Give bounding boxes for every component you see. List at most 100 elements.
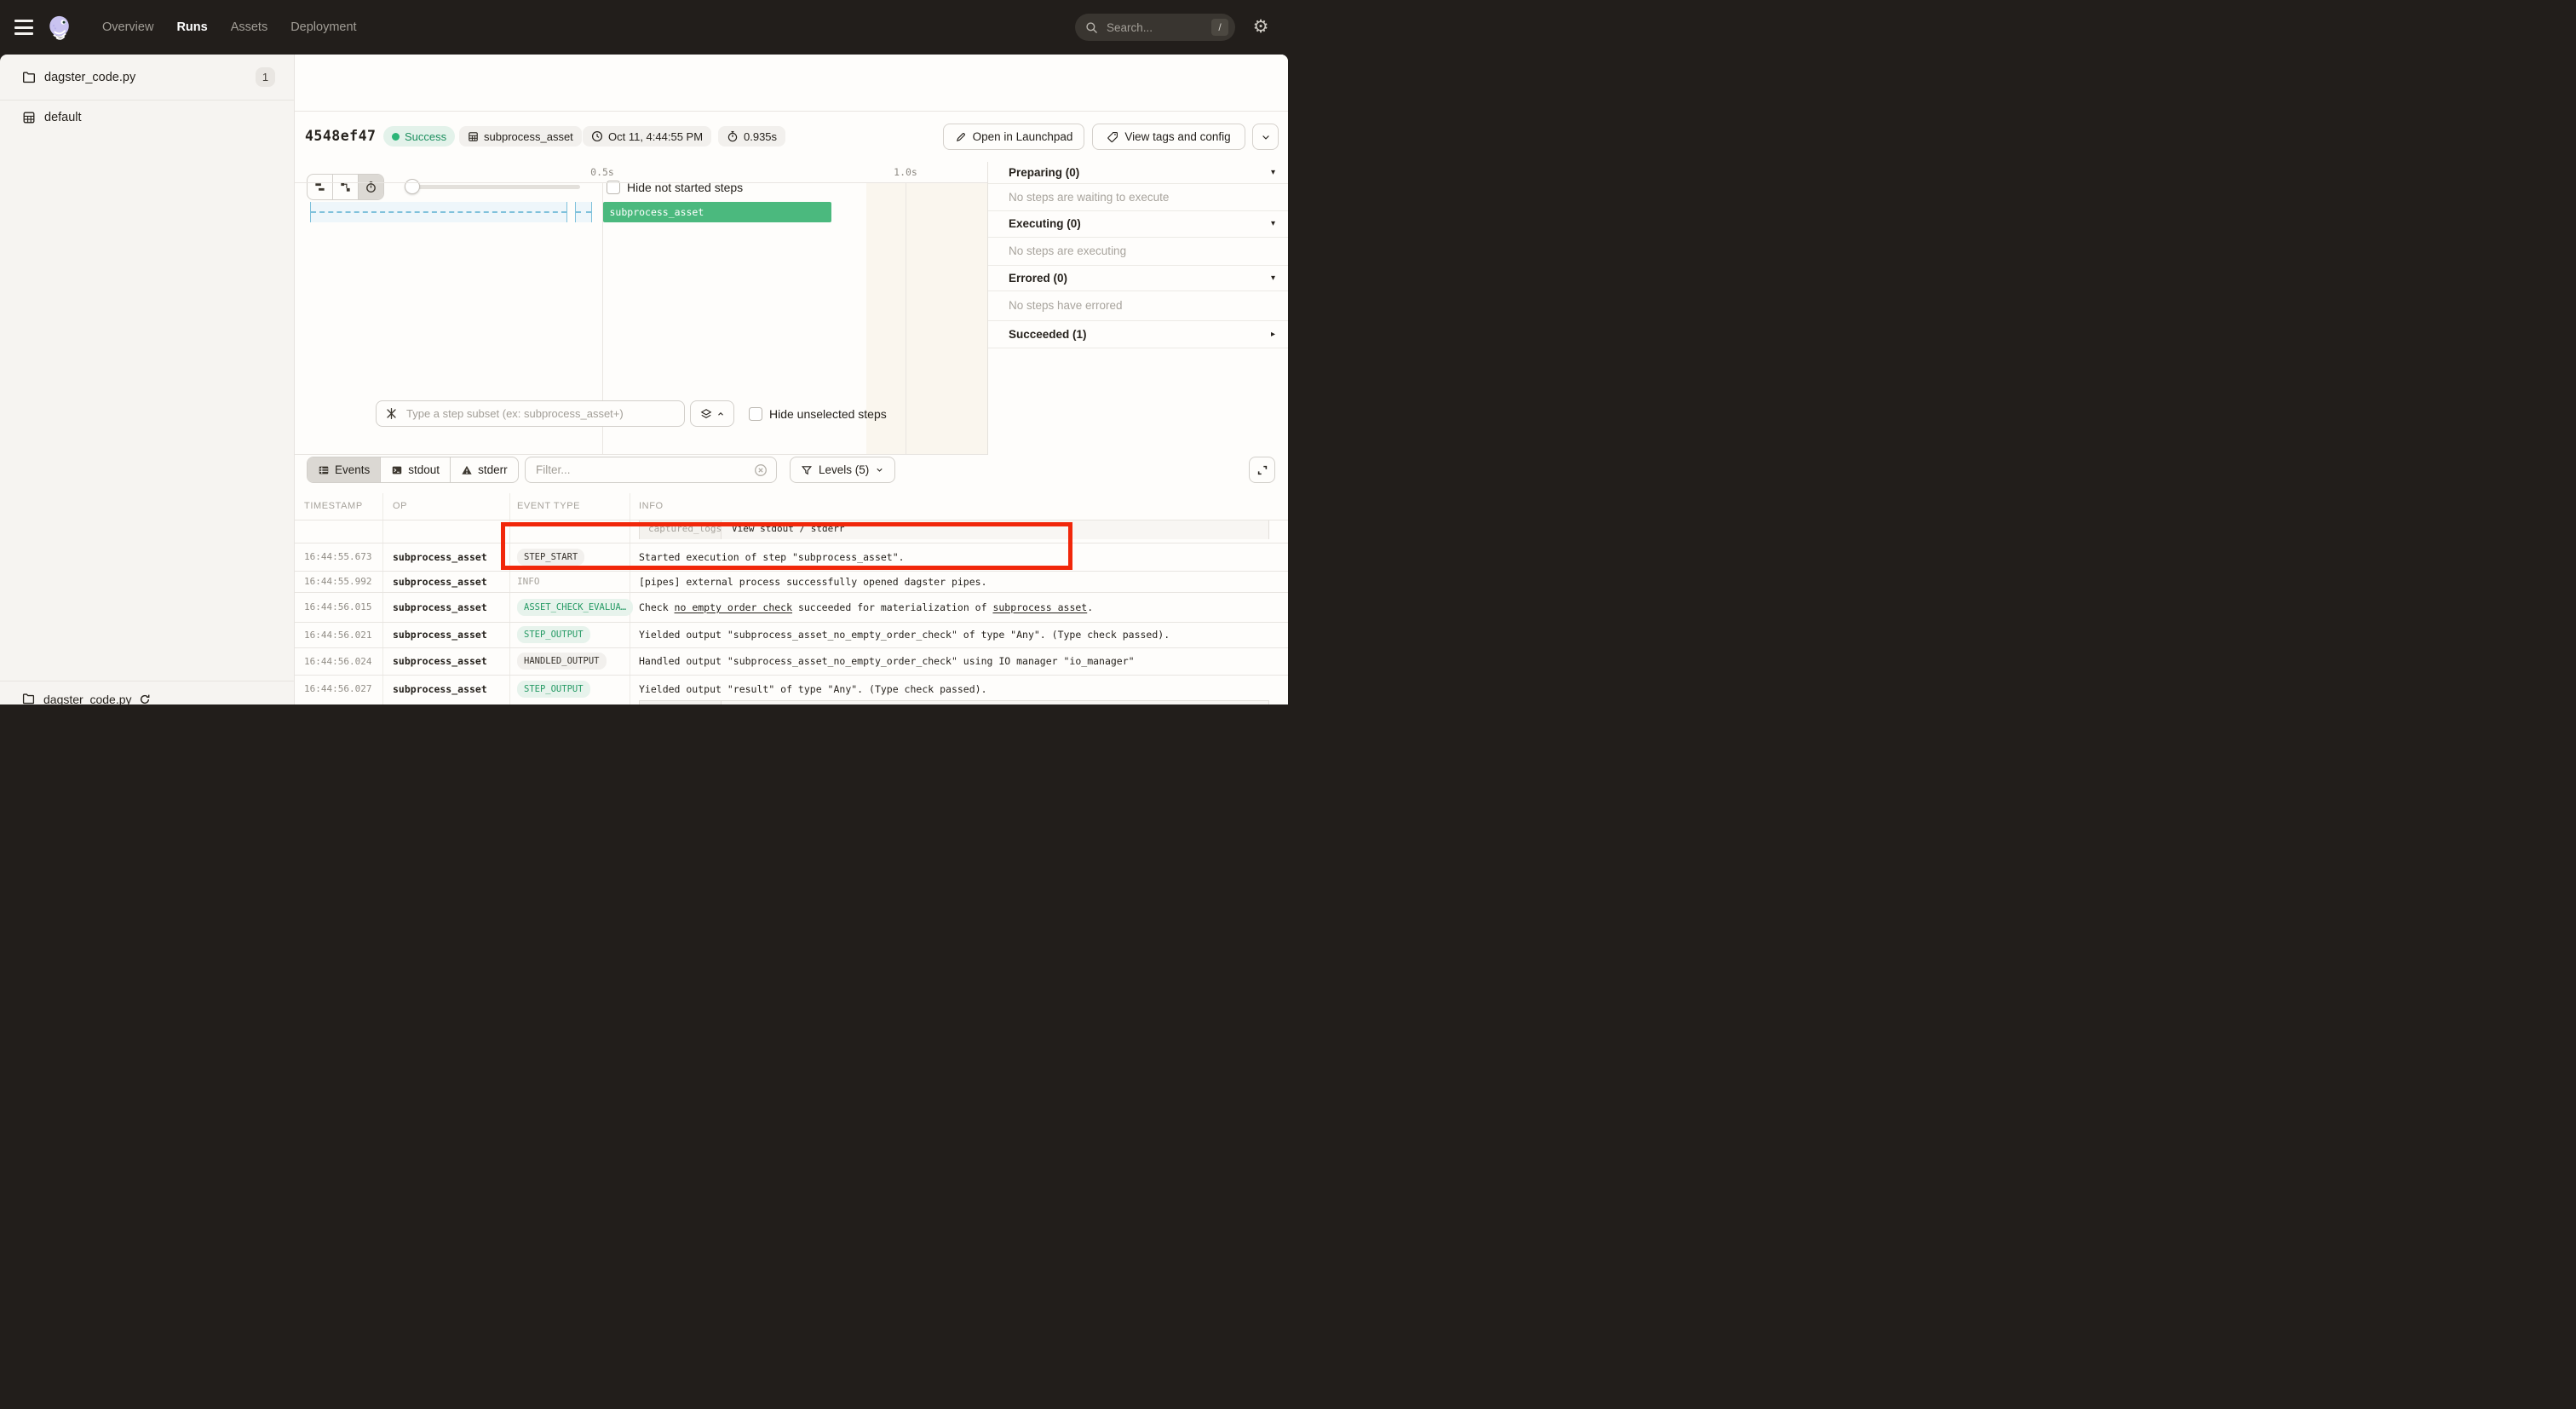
log-row[interactable]: 16:44:55.992subprocess_assetINFO[pipes] …	[295, 572, 1288, 593]
hamburger-menu-icon[interactable]	[14, 20, 33, 35]
run-actions-chevron-button[interactable]	[1252, 124, 1279, 150]
success-dot-icon	[392, 133, 400, 141]
event-type-badge: STEP_OUTPUT	[517, 681, 590, 698]
panel-section-succeeded[interactable]: Succeeded (1)▸	[988, 321, 1288, 349]
tab-stdout[interactable]: stdout	[380, 457, 450, 482]
graph-query-toggle-button[interactable]	[690, 400, 734, 427]
column-header-info: INFO	[630, 493, 1288, 520]
global-search[interactable]: /	[1075, 14, 1235, 41]
search-icon	[1085, 21, 1098, 34]
nav-link-assets[interactable]: Assets	[231, 20, 268, 34]
metadata-value[interactable]: 2	[722, 701, 1268, 705]
step-subset-input[interactable]	[405, 406, 676, 421]
folder-icon	[22, 693, 35, 704]
panel-section-errored[interactable]: Errored (0)▾	[988, 266, 1288, 291]
log-info: Started execution of step "subprocess_as…	[630, 543, 1288, 571]
settings-gear-icon[interactable]: ⚙	[1251, 17, 1271, 37]
sidebar-footer-repo[interactable]: dagster_code.py	[0, 681, 294, 704]
waiting-span	[575, 202, 592, 222]
event-type-badge: STEP_OUTPUT	[517, 626, 590, 643]
time-tick-label: 0.5s	[590, 166, 614, 178]
panel-empty-text: No steps have errored	[988, 291, 1288, 321]
nav-link-deployment[interactable]: Deployment	[290, 20, 356, 34]
log-view-tabs: Events stdout stderr	[307, 457, 519, 483]
tab-stderr[interactable]: stderr	[450, 457, 518, 482]
sidebar-item-label: default	[44, 111, 82, 124]
content-area: dagster_code.py 1 default dagster_code.p…	[0, 55, 1288, 704]
log-event-type: STEP_OUTPUT	[510, 676, 630, 705]
log-info: Check no_empty_order_check succeeded for…	[630, 593, 1288, 622]
log-event-type: STEP_START	[510, 543, 630, 571]
pencil-icon	[955, 131, 967, 143]
chevron-down-icon: ▾	[1271, 168, 1275, 177]
metadata-value[interactable]: View stdout / stderr	[722, 520, 1268, 539]
status-badge: Success	[383, 126, 455, 147]
search-input[interactable]	[1105, 20, 1211, 35]
log-row[interactable]: captured_logsView stdout / stderr	[295, 520, 1288, 543]
terminal-icon	[391, 464, 403, 476]
nav-link-runs[interactable]: Runs	[176, 20, 207, 34]
funnel-icon	[801, 464, 813, 476]
reload-icon[interactable]	[139, 693, 151, 705]
log-event-type: INFO	[510, 572, 630, 592]
clear-filter-icon[interactable]	[754, 463, 768, 477]
dagster-logo-icon[interactable]	[47, 14, 72, 40]
nav-link-overview[interactable]: Overview	[102, 20, 153, 34]
levels-filter-button[interactable]: Levels (5)	[790, 457, 895, 483]
logs-fullscreen-button[interactable]	[1249, 457, 1275, 483]
hide-unselected-checkbox[interactable]	[749, 407, 762, 421]
sidebar-repo-row[interactable]: dagster_code.py 1	[0, 55, 294, 101]
log-info: Yielded output "subprocess_asset_no_empt…	[630, 623, 1288, 647]
log-row[interactable]: 16:44:55.673subprocess_assetSTEP_STARTSt…	[295, 543, 1288, 572]
panel-empty-text: No steps are executing	[988, 238, 1288, 266]
view-tags-config-button[interactable]: View tags and config	[1092, 124, 1245, 150]
log-row[interactable]: 16:44:56.024subprocess_assetHANDLED_OUTP…	[295, 648, 1288, 676]
expand-icon	[1256, 464, 1268, 476]
log-row[interactable]: 16:44:56.021subprocess_asset STEP_OUTPUT Y…	[295, 623, 1288, 648]
open-in-launchpad-button[interactable]: Open in Launchpad	[943, 124, 1084, 150]
event-type-badge: INFO	[517, 576, 540, 587]
metadata-table: captured_logsView stdout / stderr	[639, 520, 1269, 539]
log-event-type: STEP_OUTPUT	[510, 623, 630, 647]
tag-icon	[1107, 131, 1118, 143]
warning-icon	[461, 464, 473, 476]
tab-events[interactable]: Events	[308, 457, 380, 482]
sidebar-item-default[interactable]: default	[0, 101, 294, 135]
log-op: subprocess_asset	[383, 623, 510, 647]
log-event-type: ASSET_CHECK_EVALUA…	[510, 593, 630, 622]
chevron-down-icon	[1261, 132, 1271, 142]
info-link[interactable]: no_empty_order_check	[675, 601, 792, 613]
top-nav: Overview Runs Assets Deployment / ⚙	[0, 0, 1288, 55]
event-type-badge: ASSET_CHECK_EVALUA…	[517, 599, 633, 616]
log-filter-input[interactable]	[534, 463, 754, 477]
main-panel: 4548ef47 Success subprocess_asset Oct 11…	[294, 55, 1288, 704]
panel-section-preparing[interactable]: Preparing (0)▾	[988, 162, 1288, 184]
log-op: subprocess_asset	[383, 676, 510, 705]
event-type-badge: HANDLED_OUTPUT	[517, 653, 607, 670]
job-grid-icon	[468, 131, 479, 142]
log-row[interactable]: 16:44:56.027subprocess_assetSTEP_OUTPUTY…	[295, 676, 1288, 705]
chevron-down-icon: ▾	[1271, 219, 1275, 228]
log-event-type: HANDLED_OUTPUT	[510, 648, 630, 675]
nav-links: Overview Runs Assets Deployment	[102, 0, 357, 55]
info-link[interactable]: subprocess_asset	[992, 601, 1087, 613]
log-timestamp: 16:44:56.021	[295, 623, 383, 647]
stopwatch-icon	[727, 130, 739, 142]
log-op	[383, 520, 510, 543]
hide-unselected-label: Hide unselected steps	[769, 407, 887, 421]
panel-section-executing[interactable]: Executing (0)▾	[988, 211, 1288, 238]
log-row[interactable]: 16:44:56.015 subprocess_asset ASSET_CHECK_…	[295, 593, 1288, 623]
log-timestamp: 16:44:56.024	[295, 648, 383, 675]
gantt-time-axis: 0.5s 1.0s	[295, 162, 987, 183]
column-header-timestamp: TIMESTAMP	[295, 493, 383, 520]
log-timestamp	[295, 520, 383, 543]
step-status-panel: Preparing (0)▾ No steps are waiting to e…	[987, 162, 1288, 455]
log-timestamp: 16:44:55.673	[295, 543, 383, 571]
start-time-pill: Oct 11, 4:44:55 PM	[583, 126, 711, 147]
job-name-pill[interactable]: subprocess_asset	[459, 126, 582, 147]
graph-icon	[385, 407, 398, 420]
log-op: subprocess_asset	[383, 572, 510, 592]
log-timestamp: 16:44:56.015	[295, 593, 383, 622]
gantt-step-bar[interactable]: subprocess_asset	[603, 202, 831, 222]
dagster-run-page: Overview Runs Assets Deployment / ⚙ dags…	[0, 0, 1288, 704]
